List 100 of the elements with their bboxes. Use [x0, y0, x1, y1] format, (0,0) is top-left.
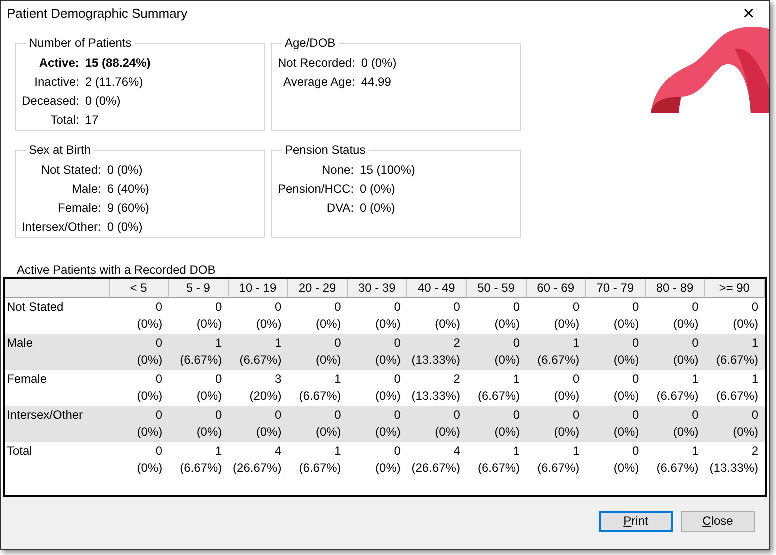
table-cell: 1 (6.67%): [168, 442, 228, 478]
table-cell: 1 (6.67%): [704, 370, 764, 406]
table-cell: 1 (6.67%): [288, 370, 348, 406]
row-label: Total: [5, 442, 109, 478]
table-cell: 0 (0%): [168, 298, 228, 334]
table-cell: 2 (13.33%): [406, 334, 466, 370]
table-cell: 0 (0%): [586, 406, 646, 442]
table-cell: 0 (0%): [586, 298, 646, 334]
table-cell: 0 (0%): [347, 298, 407, 334]
table-cell: 0 (0%): [645, 406, 705, 442]
group-title: Age/DOB: [284, 37, 337, 49]
column-header: >= 90: [704, 279, 764, 298]
field-label: DVA:: [326, 200, 354, 216]
field-label: Female:: [57, 200, 102, 216]
group-title: Sex at Birth: [28, 144, 92, 156]
column-header: 50 - 59: [466, 279, 526, 298]
column-header: 5 - 9: [168, 279, 228, 298]
field-label: Average Age:: [282, 74, 356, 90]
table-cell: 0 (0%): [347, 370, 407, 406]
table-cell: 0 (0%): [466, 334, 526, 370]
row-label: Not Stated: [5, 298, 109, 334]
table-title: Active Patients with a Recorded DOB: [16, 263, 217, 277]
table-cell: 0 (0%): [526, 298, 586, 334]
table-cell: 0 (0%): [109, 406, 169, 442]
dialog-button[interactable]: Close: [681, 510, 755, 532]
table-cell: 0 (0%): [109, 442, 169, 478]
table-cell: 0 (0%): [228, 298, 288, 334]
table-cell: 1 (6.67%): [466, 370, 526, 406]
table-cell: 1 (6.67%): [645, 370, 705, 406]
group-title: Number of Patients: [28, 37, 133, 49]
table-cell: 4 (26.67%): [406, 442, 466, 478]
table-cell: 0 (0%): [347, 334, 407, 370]
group-title: Pension Status: [284, 144, 367, 156]
column-header: 60 - 69: [526, 279, 586, 298]
table-cell: 0 (0%): [347, 442, 407, 478]
field-label: Not Stated:: [40, 162, 102, 178]
row-label: Intersex/Other: [5, 406, 109, 442]
field-label: Deceased:: [22, 93, 80, 109]
default-button[interactable]: Print: [599, 510, 673, 532]
table-cell: 1 (6.67%): [526, 442, 586, 478]
table-cell: 0 (0%): [704, 298, 764, 334]
field-value: 44.99: [361, 74, 392, 90]
row-label: Male: [5, 334, 109, 370]
field-value: 0 (0%): [360, 181, 396, 197]
table-cell: 0 (0%): [109, 370, 169, 406]
table-cell: 0 (0%): [109, 334, 169, 370]
table-cell: 0 (0%): [466, 406, 526, 442]
field-value: 6 (40%): [107, 181, 150, 197]
table-cell: 1 (6.67%): [704, 334, 764, 370]
table-cell: 0 (0%): [526, 406, 586, 442]
table-cell: 0 (0%): [109, 298, 169, 334]
field-value: 15 (88.24%): [85, 55, 152, 71]
field-label: Not Recorded:: [278, 55, 356, 71]
window-title: Patient Demographic Summary: [7, 5, 188, 24]
column-header: 20 - 29: [288, 279, 348, 298]
field-value: 0 (0%): [361, 55, 398, 71]
row-label: Female: [5, 370, 109, 406]
table-cell: 1 (6.67%): [645, 442, 705, 478]
table-cell: 0 (0%): [586, 334, 646, 370]
field-label: Active:: [38, 55, 80, 71]
table-cell: 0 (0%): [645, 298, 705, 334]
field-label: Intersex/Other:: [22, 219, 102, 235]
table-cell: 0 (0%): [347, 406, 407, 442]
table-cell: 0 (0%): [228, 406, 288, 442]
close-button[interactable]: ×: [729, 1, 769, 27]
field-label: Male:: [71, 181, 102, 197]
column-header: 30 - 39: [347, 279, 407, 298]
table-cell: 1 (6.67%): [168, 334, 228, 370]
field-value: 9 (60%): [107, 200, 150, 216]
table-cell: 0 (0%): [645, 334, 705, 370]
table-cell: 0 (0%): [288, 298, 348, 334]
column-header: 70 - 79: [586, 279, 646, 298]
table-cell: 0 (0%): [168, 370, 228, 406]
table-cell: 3 (20%): [228, 370, 288, 406]
table-cell: 2 (13.33%): [704, 442, 764, 478]
column-header: 80 - 89: [645, 279, 705, 298]
table-cell: 0 (0%): [168, 406, 228, 442]
field-value: 0 (0%): [360, 200, 396, 216]
column-header: 40 - 49: [406, 279, 466, 298]
field-label: None:: [321, 162, 354, 178]
table-cell: 1 (6.67%): [466, 442, 526, 478]
table-cell: 0 (0%): [704, 406, 764, 442]
field-label: Total:: [50, 112, 80, 128]
field-value: 0 (0%): [85, 93, 122, 109]
field-value: 2 (11.76%): [85, 74, 144, 90]
table-cell: 0 (0%): [526, 370, 586, 406]
field-label: Pension/HCC:: [278, 181, 354, 197]
column-header: < 5: [109, 279, 169, 298]
field-value: 17: [85, 112, 100, 128]
table-cell: 1 (6.67%): [526, 334, 586, 370]
table-cell: 1 (6.67%): [228, 334, 288, 370]
table-cell: 2 (13.33%): [406, 370, 466, 406]
table-cell: 0 (0%): [586, 370, 646, 406]
table-cell: 0 (0%): [466, 298, 526, 334]
table-cell: 4 (26.67%): [228, 442, 288, 478]
column-header: 10 - 19: [228, 279, 288, 298]
field-value: 0 (0%): [107, 219, 144, 235]
table-cell: 0 (0%): [406, 406, 466, 442]
table-cell: 0 (0%): [406, 298, 466, 334]
table-cell: 1 (6.67%): [288, 442, 348, 478]
